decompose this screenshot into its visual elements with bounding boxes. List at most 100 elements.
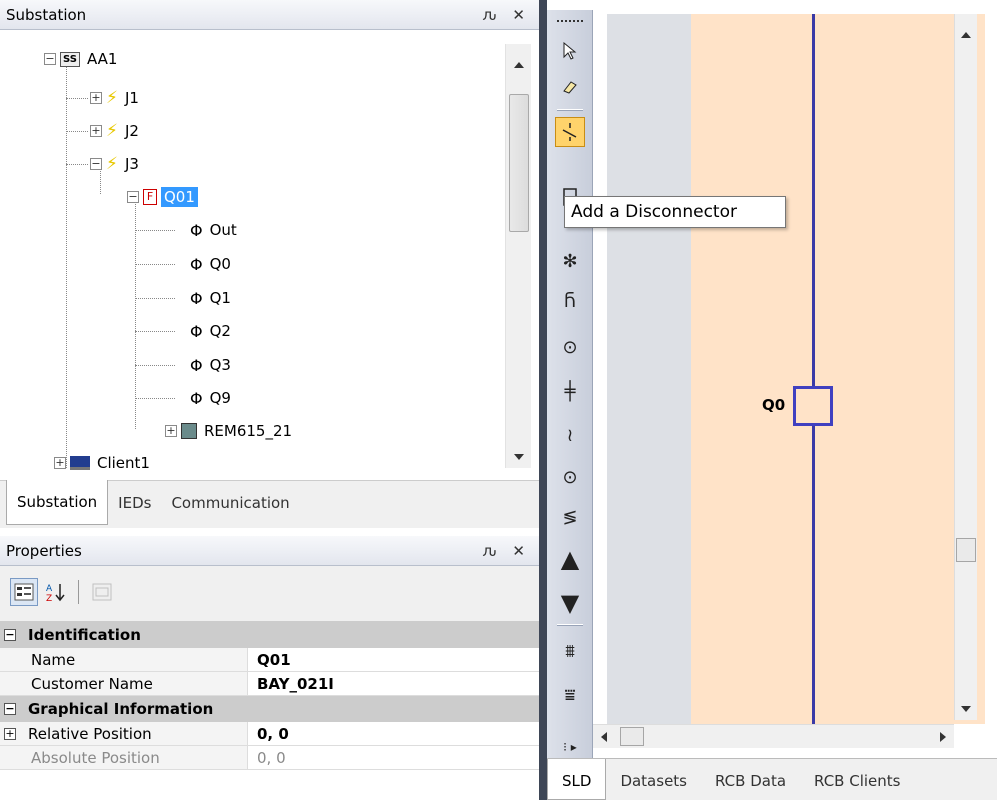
category-graphical-information[interactable]: − Graphical Information	[0, 696, 539, 722]
tree-item-q2[interactable]: Φ Q2	[190, 316, 234, 346]
scroll-up-icon[interactable]	[961, 32, 971, 38]
busbar-line[interactable]	[812, 14, 815, 724]
property-row-name[interactable]: Name Q01	[0, 648, 539, 672]
tree-item-rem615[interactable]: + REM615_21	[165, 416, 295, 446]
pointer-icon[interactable]	[555, 36, 585, 66]
scroll-up-icon[interactable]	[514, 62, 524, 68]
sort-alpha-icon[interactable]: AZ	[42, 578, 70, 606]
scroll-left-icon[interactable]	[601, 732, 607, 742]
earthing-switch-icon[interactable]: ✻	[555, 246, 585, 276]
collapse-icon[interactable]: −	[4, 703, 16, 715]
tab-rcb-clients[interactable]: RCB Clients	[800, 759, 914, 800]
voltage-level-icon: ⚡	[106, 88, 118, 108]
tree-item-q1[interactable]: Φ Q1	[190, 283, 234, 313]
collapse-icon[interactable]: −	[127, 191, 139, 203]
tree-item-out[interactable]: Φ Out	[190, 215, 240, 245]
expand-icon[interactable]: +	[90, 92, 102, 104]
current-transformer-icon[interactable]: Ⴌ	[555, 286, 585, 316]
tree-item-j1[interactable]: + ⚡ J1	[90, 83, 142, 113]
generator-icon[interactable]: ⊙	[555, 462, 585, 492]
right-pane: ✻ Ⴌ ⊙ ╪ ≀ ⊙ ≶ ▲ ▼ ⩩ ⩸ ⁝ ▸ Q0 SLD Dataset…	[547, 0, 997, 800]
expand-icon[interactable]: +	[4, 727, 16, 740]
tooltip: Add a Disconnector	[564, 196, 786, 228]
canvas-horizontal-scrollbar[interactable]	[593, 724, 954, 748]
scroll-thumb[interactable]	[509, 94, 529, 232]
substation-tree: − SS AA1 + ⚡ J1 + ⚡ J2 − ⚡ J3 − F Q01 Φ …	[0, 34, 505, 478]
expand-icon[interactable]: +	[54, 457, 66, 469]
bay-icon: F	[143, 189, 157, 205]
svg-text:A: A	[46, 584, 53, 594]
disconnector-tool-icon[interactable]	[555, 117, 585, 147]
property-row-relative-position[interactable]: + Relative Position 0, 0	[0, 722, 539, 746]
capacitor-icon[interactable]: ╪	[555, 376, 585, 406]
category-identification[interactable]: − Identification	[0, 622, 539, 648]
property-row-customer-name[interactable]: Customer Name BAY_021I	[0, 672, 539, 696]
tree-item-q9[interactable]: Φ Q9	[190, 383, 234, 413]
transformer-2w-icon[interactable]: ⩩	[555, 636, 585, 666]
collapse-icon[interactable]: −	[90, 158, 102, 170]
connectivity-node-icon: Φ	[190, 254, 203, 274]
scroll-down-icon[interactable]	[514, 454, 524, 460]
close-icon[interactable]: ✕	[512, 6, 525, 24]
voltage-level-icon: ⚡	[106, 154, 118, 174]
connectivity-node-icon: Φ	[190, 388, 203, 408]
svg-text:Z: Z	[46, 594, 52, 603]
scroll-thumb[interactable]	[620, 727, 644, 746]
pin-icon[interactable]: ԉ	[483, 542, 497, 560]
tree-item-q3[interactable]: Φ Q3	[190, 350, 234, 380]
connectivity-node-icon: Φ	[190, 288, 203, 308]
scroll-down-icon[interactable]	[961, 706, 971, 712]
eraser-icon[interactable]	[555, 72, 585, 102]
arrow-up-tool-icon[interactable]: ▲	[555, 544, 585, 574]
connectivity-node-icon: Φ	[190, 220, 203, 240]
scroll-right-icon[interactable]	[940, 732, 946, 742]
scroll-thumb[interactable]	[956, 538, 976, 562]
property-row-absolute-position: Absolute Position 0, 0	[0, 746, 539, 770]
arrow-down-tool-icon[interactable]: ▼	[555, 588, 585, 618]
disconnector-label: Q0	[762, 396, 786, 414]
tab-datasets[interactable]: Datasets	[606, 759, 701, 800]
tree-scrollbar[interactable]	[505, 44, 531, 468]
substation-tabs: Substation IEDs Communication	[0, 480, 539, 528]
inductor-icon[interactable]: ≀	[555, 420, 585, 450]
ied-icon	[181, 423, 197, 439]
substation-icon: SS	[60, 51, 80, 67]
tree-item-client1[interactable]: + Client1	[54, 448, 153, 478]
expand-icon[interactable]: +	[165, 425, 177, 437]
properties-toolbar: AZ	[0, 566, 539, 622]
pin-icon[interactable]: ԉ	[483, 6, 497, 24]
grip-icon[interactable]	[557, 20, 583, 22]
tree-item-j2[interactable]: + ⚡ J2	[90, 116, 142, 146]
tab-communication[interactable]: Communication	[161, 481, 299, 525]
document-tabs: SLD Datasets RCB Data RCB Clients	[547, 758, 997, 800]
voltage-transformer-icon[interactable]: ⊙	[555, 332, 585, 362]
bay-area	[691, 14, 985, 724]
tree-item-q0[interactable]: Φ Q0	[190, 249, 234, 279]
left-pane: Substation ԉ ✕ − SS AA1 + ⚡ J1 + ⚡ J2 − …	[0, 0, 539, 800]
collapse-icon[interactable]: −	[4, 629, 16, 641]
substation-panel-header: Substation ԉ ✕	[0, 0, 539, 30]
canvas-vertical-scrollbar[interactable]	[954, 14, 977, 720]
disconnector-symbol[interactable]	[793, 386, 833, 426]
tree-item-aa1[interactable]: − SS AA1	[44, 44, 120, 74]
resistor-icon[interactable]: ≶	[555, 502, 585, 532]
splitter[interactable]	[539, 0, 547, 800]
properties-panel-header: Properties ԉ ✕	[0, 536, 539, 566]
tree-item-j3[interactable]: − ⚡ J3	[90, 149, 142, 179]
collapse-icon[interactable]: −	[44, 53, 56, 65]
close-icon[interactable]: ✕	[512, 542, 525, 560]
tab-ieds[interactable]: IEDs	[108, 481, 161, 525]
tab-substation[interactable]: Substation	[6, 480, 109, 525]
tab-sld[interactable]: SLD	[547, 759, 607, 800]
expand-icon[interactable]: +	[90, 125, 102, 137]
sld-canvas[interactable]: Q0	[593, 0, 997, 724]
tab-rcb-data[interactable]: RCB Data	[701, 759, 800, 800]
property-pages-icon[interactable]	[88, 578, 116, 606]
tree-item-q01[interactable]: − F Q01	[127, 182, 198, 212]
transformer-3w-icon[interactable]: ⩸	[555, 680, 585, 710]
voltage-level-icon: ⚡	[106, 121, 118, 141]
connectivity-node-icon: Φ	[190, 321, 203, 341]
property-grid: − Identification Name Q01 Customer Name …	[0, 622, 539, 770]
properties-panel-title: Properties	[6, 541, 82, 560]
categorized-icon[interactable]	[10, 578, 38, 606]
